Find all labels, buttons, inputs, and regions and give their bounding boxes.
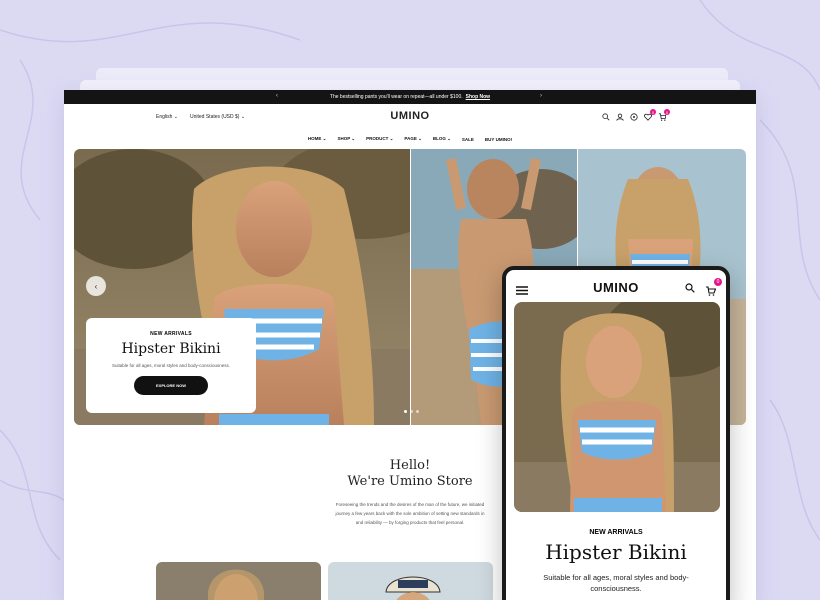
mobile-header-icons: 0: [685, 278, 722, 296]
collection-thumbnail[interactable]: [156, 562, 321, 600]
prev-announcement-arrow[interactable]: ‹: [276, 93, 278, 99]
header-icons: 0 0: [602, 109, 670, 121]
main-navigation: HOME ⌄ SHOP ⌄ PRODUCT ⌄ PAGE ⌄ BLOG ⌄ SA…: [64, 130, 756, 148]
nav-item-page[interactable]: PAGE ⌄: [404, 136, 421, 142]
shop-now-link[interactable]: Shop Now: [466, 94, 490, 100]
hero-subtitle: Suitable for all ages, moral styles and …: [111, 363, 231, 368]
hero-prev-button[interactable]: ‹: [86, 276, 106, 296]
hero-title: Hipster Bikini: [121, 341, 221, 357]
nav-item-buy-umino[interactable]: BUY UMINO!: [485, 137, 512, 142]
hero-dot[interactable]: [404, 410, 407, 413]
cart-count-badge: 0: [664, 109, 670, 115]
account-icon[interactable]: [616, 113, 624, 121]
nav-item-shop[interactable]: SHOP ⌄: [337, 136, 355, 142]
explore-now-button[interactable]: EXPLORE NOW: [133, 376, 208, 395]
nav-item-home[interactable]: HOME ⌄: [308, 136, 327, 142]
cart-icon: [706, 286, 717, 296]
hero-dot[interactable]: [416, 410, 419, 413]
hero-kicker: NEW ARRIVALS: [150, 331, 192, 337]
mobile-hero-subtitle: Suitable for all ages, moral styles and …: [543, 573, 689, 593]
hero-caption-card: NEW ARRIVALS Hipster Bikini Suitable for…: [86, 318, 256, 413]
announcement-bar: ‹ The bestselling pants you'll wear on r…: [64, 90, 756, 104]
nav-item-product[interactable]: PRODUCT ⌄: [366, 136, 393, 142]
wishlist-button[interactable]: 0: [644, 109, 656, 121]
next-announcement-arrow[interactable]: ›: [540, 93, 542, 99]
mobile-hero-kicker: NEW ARRIVALS: [589, 529, 643, 536]
search-icon[interactable]: [602, 113, 610, 121]
header: English ⌄ United States (USD $) ⌄ UMINO …: [64, 104, 756, 130]
cart-button[interactable]: 0: [658, 109, 670, 121]
search-icon[interactable]: [685, 283, 695, 293]
mobile-device-preview: UMINO 0 NEW ARRIVALS Hipster Bikini Suit…: [502, 266, 730, 600]
hero-dot[interactable]: [410, 410, 413, 413]
mobile-hero-title: Hipster Bikini: [545, 540, 687, 564]
hero-pagination: [404, 410, 419, 413]
wishlist-count-badge: 0: [650, 109, 656, 115]
announcement-text: The bestselling pants you'll wear on rep…: [329, 94, 463, 100]
nav-item-sale[interactable]: SALE: [462, 137, 474, 142]
mobile-cart-count-badge: 0: [714, 278, 722, 286]
chevron-left-icon: ‹: [94, 281, 98, 291]
mobile-hero-image: [514, 302, 720, 512]
mobile-cart-button[interactable]: 0: [705, 278, 722, 296]
nav-item-blog[interactable]: BLOG ⌄: [433, 136, 451, 142]
collection-thumbnails: [156, 562, 493, 600]
collection-thumbnail[interactable]: [328, 562, 493, 600]
help-icon[interactable]: [630, 113, 638, 121]
